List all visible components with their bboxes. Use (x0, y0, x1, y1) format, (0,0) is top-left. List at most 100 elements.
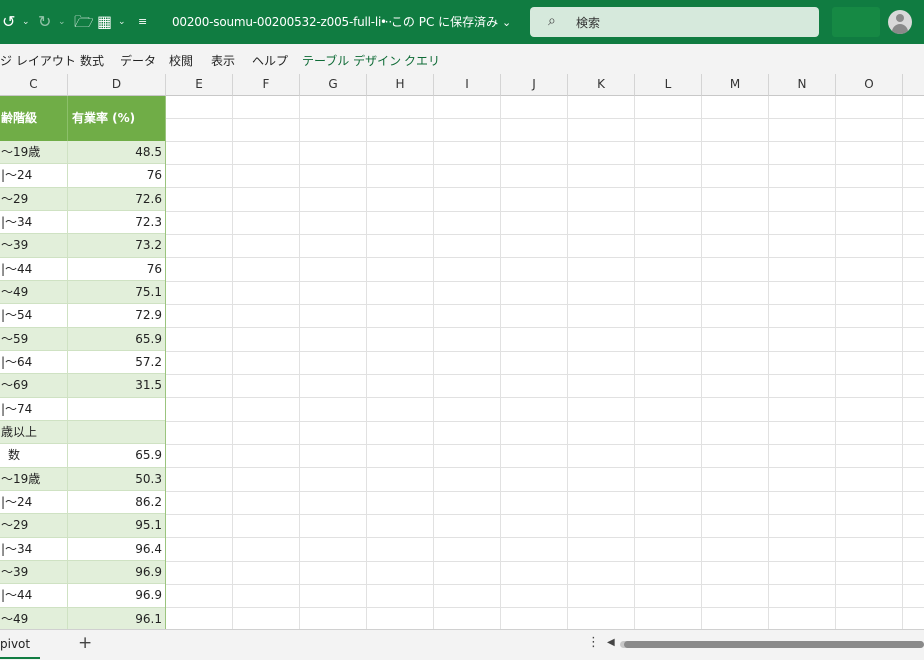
scrollbar-thumb[interactable] (624, 641, 924, 648)
gridline (166, 164, 924, 165)
column-header-m[interactable]: M (702, 74, 769, 96)
cell-rate[interactable]: 48.5 (68, 141, 162, 163)
cell-age-group[interactable]: ～19歳 (0, 141, 67, 163)
cell-age-group[interactable]: ～49 (0, 281, 67, 303)
gridline (433, 96, 434, 629)
gridline (166, 561, 924, 562)
column-header-n[interactable]: N (769, 74, 836, 96)
cell-age-group[interactable]: |～44 (0, 584, 67, 606)
cell-rate[interactable]: 96.9 (68, 561, 162, 583)
tab-table-design[interactable]: テーブル デザイン (302, 52, 401, 69)
gridline (166, 351, 924, 352)
column-header-k[interactable]: K (568, 74, 635, 96)
redo-icon[interactable]: ↻ (38, 0, 51, 44)
cell-age-group[interactable]: 数 (0, 444, 74, 466)
cell-age-group[interactable]: |～34 (0, 538, 67, 560)
folder-open-icon[interactable]: 🗁 (74, 0, 94, 44)
cell-rate[interactable]: 72.6 (68, 188, 162, 210)
gridline (634, 96, 635, 629)
titlebar-button[interactable] (832, 7, 880, 37)
cell-rate[interactable]: 95.1 (68, 514, 162, 536)
cell-rate[interactable]: 73.2 (68, 234, 162, 256)
cell-rate[interactable]: 76 (68, 258, 162, 280)
cell-age-group[interactable]: ～69 (0, 374, 67, 396)
add-sheet-button[interactable]: + (78, 633, 92, 653)
gridline (166, 374, 924, 375)
worksheet-grid[interactable]: 齢階級 有業率 (%) ～19歳 48.5 |～24 76 ～29 72.6 |～34… (0, 96, 924, 629)
cell-rate[interactable]: 50.3 (68, 468, 162, 490)
cell-age-group[interactable]: |～74 (0, 398, 67, 420)
search-icon: ⌕ (548, 13, 556, 29)
column-header-l[interactable]: L (635, 74, 702, 96)
column-header-e[interactable]: E (166, 74, 233, 96)
cell-rate[interactable]: 96.9 (68, 584, 162, 606)
cell-age-group[interactable]: ～39 (0, 561, 67, 583)
cell-rate[interactable] (68, 398, 162, 420)
cell-age-group[interactable]: ～29 (0, 514, 67, 536)
cell-age-group[interactable]: ～59 (0, 328, 67, 350)
cell-rate[interactable]: 96.1 (68, 608, 162, 629)
tab-view[interactable]: 表示 (211, 52, 235, 69)
cell-age-group[interactable]: |～54 (0, 304, 67, 326)
redo-dropdown-icon[interactable]: ⌄ (58, 0, 66, 44)
cell-rate[interactable]: 75.1 (68, 281, 162, 303)
column-header-p[interactable] (903, 74, 924, 96)
avatar[interactable] (888, 10, 912, 34)
tab-data[interactable]: データ (120, 52, 156, 69)
cell-rate[interactable]: 96.4 (68, 538, 162, 560)
column-header-c[interactable]: C (0, 74, 68, 96)
table-header-employment-rate[interactable]: 有業率 (%) (72, 96, 135, 141)
tab-review[interactable]: 校閲 (169, 52, 193, 69)
cell-rate[interactable]: 72.3 (68, 211, 162, 233)
cell-rate[interactable]: 65.9 (68, 444, 162, 466)
column-header-g[interactable]: G (300, 74, 367, 96)
tab-formulas[interactable]: 数式 (80, 52, 104, 69)
column-header-j[interactable]: J (501, 74, 568, 96)
cell-rate[interactable]: 31.5 (68, 374, 162, 396)
column-header-d[interactable]: D (68, 74, 166, 96)
more-options-icon[interactable]: ⋮ (587, 635, 600, 650)
cell-age-group[interactable]: ～39 (0, 234, 67, 256)
cell-rate[interactable]: 86.2 (68, 491, 162, 513)
cell-age-group[interactable]: ～49 (0, 608, 67, 629)
layout-dropdown-icon[interactable]: ⌄ (118, 0, 126, 44)
cell-age-group[interactable]: ～19歳 (0, 468, 67, 490)
table-row: ～69 31.5 (0, 374, 165, 398)
tab-help[interactable]: ヘルプ (252, 52, 288, 69)
column-header-i[interactable]: I (434, 74, 501, 96)
cell-age-group[interactable]: |～44 (0, 258, 67, 280)
gridline (166, 211, 924, 212)
sheet-tab-bar: pivot + ⋮ ◀ (0, 629, 924, 660)
cell-rate[interactable]: 65.9 (68, 328, 162, 350)
cell-rate[interactable]: 76 (68, 164, 162, 186)
cell-rate[interactable]: 72.9 (68, 304, 162, 326)
table-header-age-group[interactable]: 齢階級 (1, 96, 37, 141)
sheet-tab-pivot[interactable]: pivot (0, 637, 30, 651)
cell-age-group[interactable]: |～24 (0, 491, 67, 513)
gridline (166, 514, 924, 515)
column-header-h[interactable]: H (367, 74, 434, 96)
column-header-o[interactable]: O (836, 74, 903, 96)
cell-age-group[interactable]: |～24 (0, 164, 67, 186)
gridline (166, 444, 924, 445)
search-input[interactable]: ⌕ 検索 (530, 7, 819, 37)
cell-rate[interactable] (68, 421, 162, 443)
gridline (835, 96, 836, 629)
column-header-f[interactable]: F (233, 74, 300, 96)
tab-page-layout[interactable]: ジ レイアウト (0, 52, 76, 69)
cell-age-group[interactable]: |～64 (0, 351, 67, 373)
tab-query[interactable]: クエリ (404, 52, 440, 69)
cell-rate[interactable]: 57.2 (68, 351, 162, 373)
cell-age-group[interactable]: 歳以上 (0, 421, 67, 443)
document-title[interactable]: 00200-soumu-00200532-z005-full-li··· (172, 0, 392, 44)
scroll-left-icon[interactable]: ◀ (607, 637, 615, 648)
chevron-down-icon: ⌄ (501, 16, 512, 29)
table-row: ～49 96.1 (0, 607, 165, 629)
save-status[interactable]: • この PC に保存済み ⌄ (380, 0, 511, 44)
cell-age-group[interactable]: |～34 (0, 211, 67, 233)
customize-toolbar-icon[interactable]: ≡ (138, 0, 147, 44)
undo-icon[interactable]: ↺ (2, 0, 15, 44)
undo-dropdown-icon[interactable]: ⌄ (22, 0, 30, 44)
table-layout-icon[interactable]: ▦ (97, 0, 112, 44)
cell-age-group[interactable]: ～29 (0, 188, 67, 210)
